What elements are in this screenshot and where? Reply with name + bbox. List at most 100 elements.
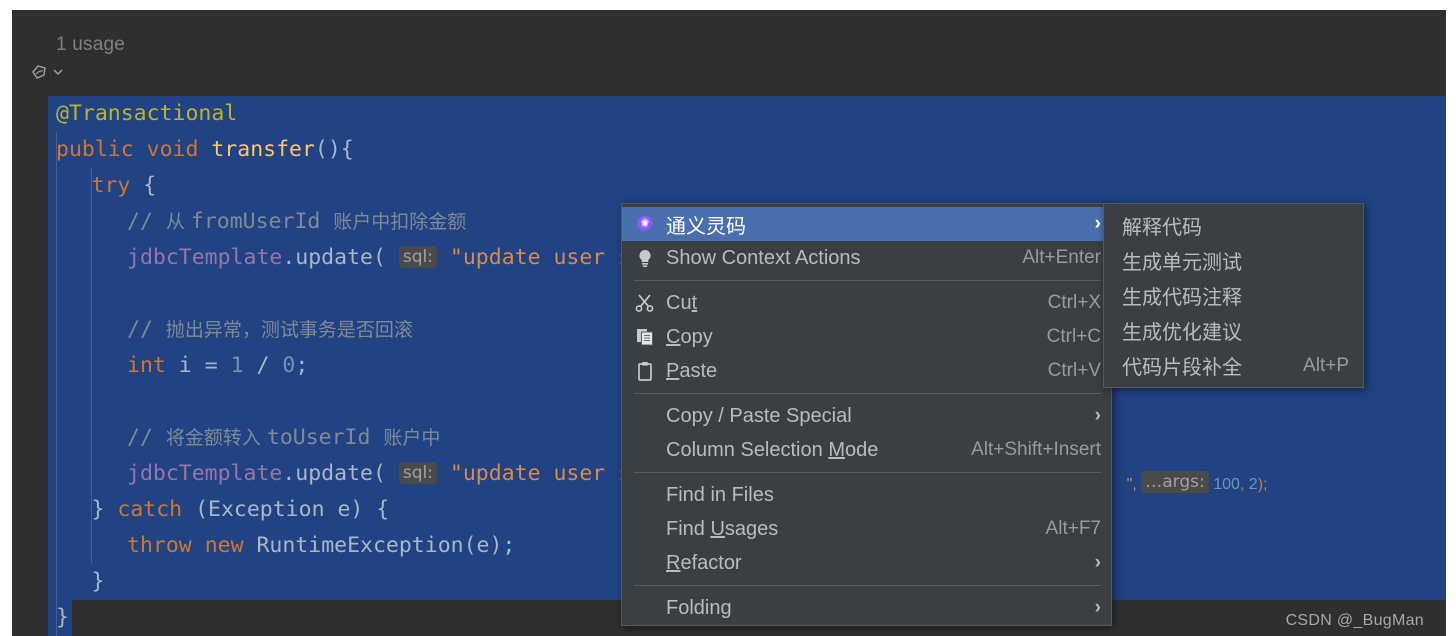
menu-item[interactable]: 通义灵码 › — [622, 207, 1111, 241]
code-token: 账户中扣除金额 — [333, 211, 467, 233]
code-token: (){ — [314, 137, 354, 162]
chevron-right-icon: › — [1094, 552, 1101, 573]
code-token: 0 — [282, 353, 296, 378]
code-token: jdbcTemplate — [127, 245, 283, 270]
submenu-item[interactable]: 代码片段补全 Alt+P — [1104, 348, 1363, 383]
submenu-item[interactable]: 生成单元测试 — [1104, 243, 1363, 278]
code-token: = — [191, 353, 231, 378]
code-token: update — [295, 245, 373, 270]
menu-separator — [634, 280, 1101, 281]
menu-item-label: Cut — [666, 291, 698, 314]
submenu-item[interactable]: 生成代码注释 — [1104, 278, 1363, 313]
code-token: @Transactional — [56, 101, 238, 126]
tongyi-lingma-submenu[interactable]: 解释代码生成单元测试 生成代码注释 生成优化建议 代码片段补全 Alt+P — [1103, 203, 1364, 388]
code-line: public void transfer(){ — [48, 132, 354, 168]
menu-item-label: 通义灵码 — [666, 213, 746, 238]
code-token: . — [282, 245, 296, 270]
code-token: update — [295, 461, 373, 486]
clipboard-icon — [630, 360, 660, 382]
code-token: } — [91, 497, 118, 522]
code-token: { — [130, 173, 157, 198]
menu-item-shortcut: Ctrl+C — [1046, 326, 1101, 347]
code-token: i — [178, 353, 192, 378]
menu-item-shortcut: Alt+Enter — [1022, 247, 1101, 268]
code-line: jdbcTemplate.update( sql: "update user s — [119, 456, 631, 492]
code-line: try { — [84, 168, 157, 204]
submenu-item[interactable]: 生成优化建议 — [1104, 313, 1363, 348]
submenu-item-label: 生成代码注释 — [1122, 285, 1242, 309]
tail-quote: ", — [1126, 476, 1137, 493]
code-token: 抛出异常，测试事务是否回滚 — [165, 319, 413, 341]
code-line: } — [48, 600, 69, 636]
menu-item-shortcut: Alt+Shift+Insert — [971, 439, 1101, 460]
menu-item[interactable]: Find in Files — [622, 478, 1111, 512]
menu-separator — [634, 585, 1101, 586]
code-token: int — [127, 353, 166, 378]
code-line: // 从 fromUserId 账户中扣除金额 — [119, 204, 466, 240]
code-token: ; — [295, 353, 309, 378]
menu-item[interactable]: Column Selection Mode Alt+Shift+Insert — [622, 433, 1111, 467]
menu-item[interactable]: Copy Ctrl+C — [622, 320, 1111, 354]
menu-item[interactable]: Copy / Paste Special › — [622, 399, 1111, 433]
code-token: (Exception e) { — [182, 497, 390, 522]
menu-item-label: Column Selection Mode — [666, 438, 879, 461]
submenu-item-label: 生成优化建议 — [1122, 320, 1242, 344]
submenu-item[interactable]: 解释代码 — [1104, 208, 1363, 243]
menu-item[interactable]: Refactor › — [622, 546, 1111, 580]
menu-item-label: Copy — [666, 325, 713, 348]
code-line: } — [84, 564, 105, 600]
menu-item-label: Show Context Actions — [666, 246, 861, 269]
param-hint: sql: — [398, 462, 437, 484]
code-token: 将金额转入 — [165, 427, 267, 449]
code-token: "update user s — [449, 461, 632, 486]
chevron-right-icon: › — [1094, 213, 1101, 234]
menu-item[interactable]: Cut Ctrl+X — [622, 286, 1111, 320]
code-line: jdbcTemplate.update( sql: "update user s — [119, 240, 631, 276]
menu-separator — [634, 393, 1101, 394]
menu-item[interactable]: Paste Ctrl+V — [622, 354, 1111, 388]
menu-item-label: Folding — [666, 596, 732, 619]
code-token: 账户中 — [383, 427, 441, 449]
code-token: "update user s — [449, 245, 632, 270]
menu-item-label: Paste — [666, 359, 718, 382]
code-token: try — [91, 173, 131, 198]
menu-item-label: Find in Files — [666, 483, 774, 506]
menu-item[interactable]: Find Usages Alt+F7 — [622, 512, 1111, 546]
menu-item-shortcut: Alt+F7 — [1045, 518, 1101, 539]
menu-item-label: Find Usages — [666, 517, 779, 540]
code-token: ( — [372, 461, 399, 486]
chevron-right-icon: › — [1094, 405, 1101, 426]
menu-item-shortcut: Ctrl+X — [1047, 292, 1101, 313]
code-token: // — [127, 317, 166, 342]
menu-item[interactable]: Folding › — [622, 591, 1111, 625]
param-hint: sql: — [398, 246, 437, 268]
args-param-hint: …args: — [1141, 471, 1209, 493]
submenu-item-shortcut: Alt+P — [1303, 354, 1349, 376]
code-token: fromUserId — [190, 209, 334, 234]
submenu-item-label: 代码片段补全 — [1122, 355, 1242, 379]
menu-item-label: Copy / Paste Special — [666, 404, 852, 427]
lightbulb-icon — [630, 247, 660, 269]
code-line: // 抛出异常，测试事务是否回滚 — [119, 312, 413, 348]
menu-separator — [634, 472, 1101, 473]
code-token: / — [243, 353, 283, 378]
code-token: } — [56, 605, 69, 630]
code-token: 从 — [165, 211, 191, 233]
code-token: catch — [117, 497, 183, 522]
code-token: } — [91, 569, 105, 594]
copy-icon — [630, 326, 660, 348]
tail-arg2: 2 — [1248, 476, 1258, 493]
tail-arg1: 100 — [1213, 476, 1240, 493]
context-menu[interactable]: 通义灵码 › Show Context Actions Alt+Enter Cut Ctr… — [621, 203, 1112, 626]
submenu-item-label: 生成单元测试 — [1122, 250, 1242, 274]
menu-item[interactable]: Show Context Actions Alt+Enter — [622, 241, 1111, 275]
code-token: transfer — [211, 137, 315, 162]
submenu-item-label: 解释代码 — [1122, 215, 1202, 239]
code-token: throw — [127, 533, 192, 558]
